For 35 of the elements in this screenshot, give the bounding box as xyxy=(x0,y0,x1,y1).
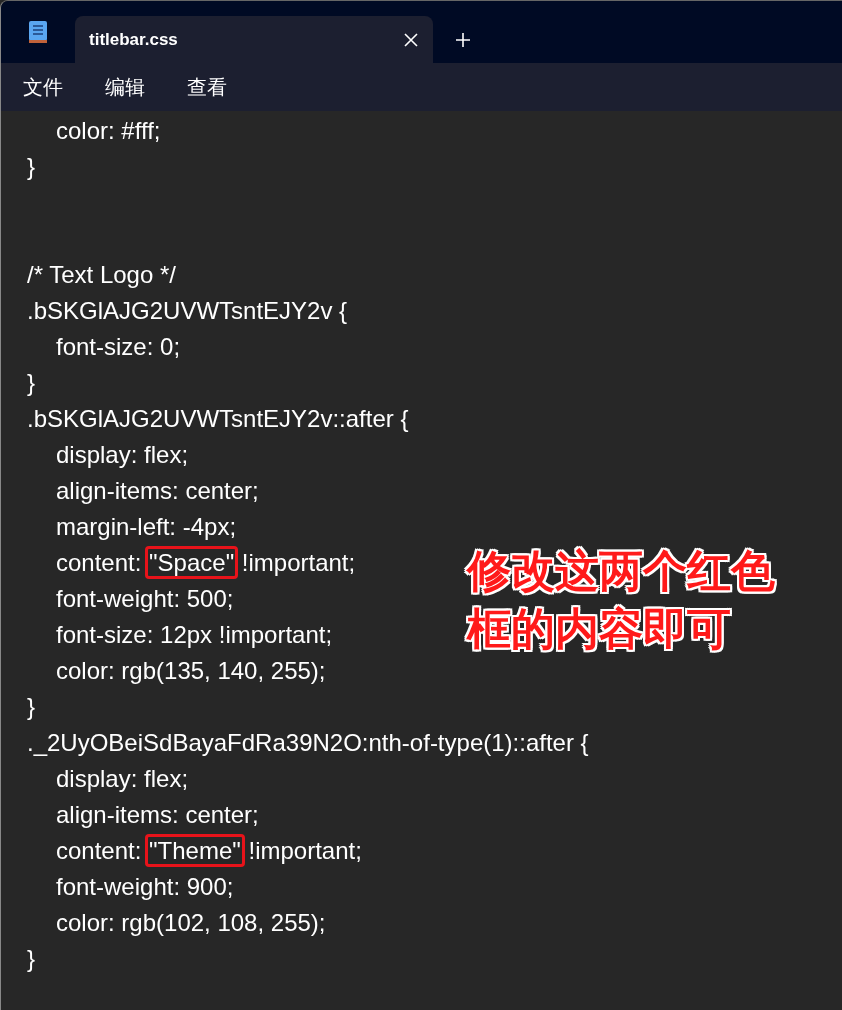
code-text: } xyxy=(27,369,35,396)
code-text: content: xyxy=(55,549,143,576)
code-text: display: flex; xyxy=(55,765,189,792)
code-text: margin-left: -4px; xyxy=(55,513,237,540)
code-text: color: rgb(102, 108, 255); xyxy=(55,909,326,936)
plus-icon[interactable] xyxy=(455,31,471,48)
highlighted-value: "Theme" xyxy=(148,837,242,864)
code-text: font-weight: 500; xyxy=(55,585,234,612)
code-text: color: #fff; xyxy=(55,117,161,144)
code-text: ._2UyOBeiSdBayaFdRa39N2O:nth-of-type(1)::after { xyxy=(27,729,589,756)
code-text: .bSKGlAJG2UVWTsntEJY2v::after { xyxy=(27,405,409,432)
code-text: content: xyxy=(55,837,143,864)
code-text: } xyxy=(27,945,35,972)
code-text: font-size: 12px !important; xyxy=(55,621,333,648)
code-text: !important; xyxy=(247,837,362,864)
code-text: !important; xyxy=(240,549,356,576)
menu-item[interactable]: 编辑 xyxy=(105,72,145,102)
annotation-text: 修改这两个红色 xyxy=(467,545,775,597)
close-icon[interactable] xyxy=(403,31,419,48)
code-text: align-items: center; xyxy=(55,801,259,828)
code-text: align-items: center; xyxy=(55,477,259,504)
highlighted-value: "Space" xyxy=(148,549,236,576)
annotation-text: 框的内容即可 xyxy=(467,603,731,655)
file-tab[interactable]: titlebar.css xyxy=(75,16,433,63)
notepad-icon xyxy=(28,20,48,44)
code-text: /* Text Logo */ xyxy=(27,261,176,288)
code-text: display: flex; xyxy=(55,441,189,468)
menu-item[interactable]: 查看 xyxy=(187,72,227,102)
code-text: } xyxy=(27,153,35,180)
code-text: font-size: 0; xyxy=(55,333,181,360)
code-text: font-weight: 900; xyxy=(55,873,234,900)
code-text: color: rgb(135, 140, 255); xyxy=(55,657,326,684)
code-text: .bSKGlAJG2UVWTsntEJY2v { xyxy=(27,297,348,324)
menu-item[interactable]: 文件 xyxy=(23,72,63,102)
code-text: } xyxy=(27,693,35,720)
